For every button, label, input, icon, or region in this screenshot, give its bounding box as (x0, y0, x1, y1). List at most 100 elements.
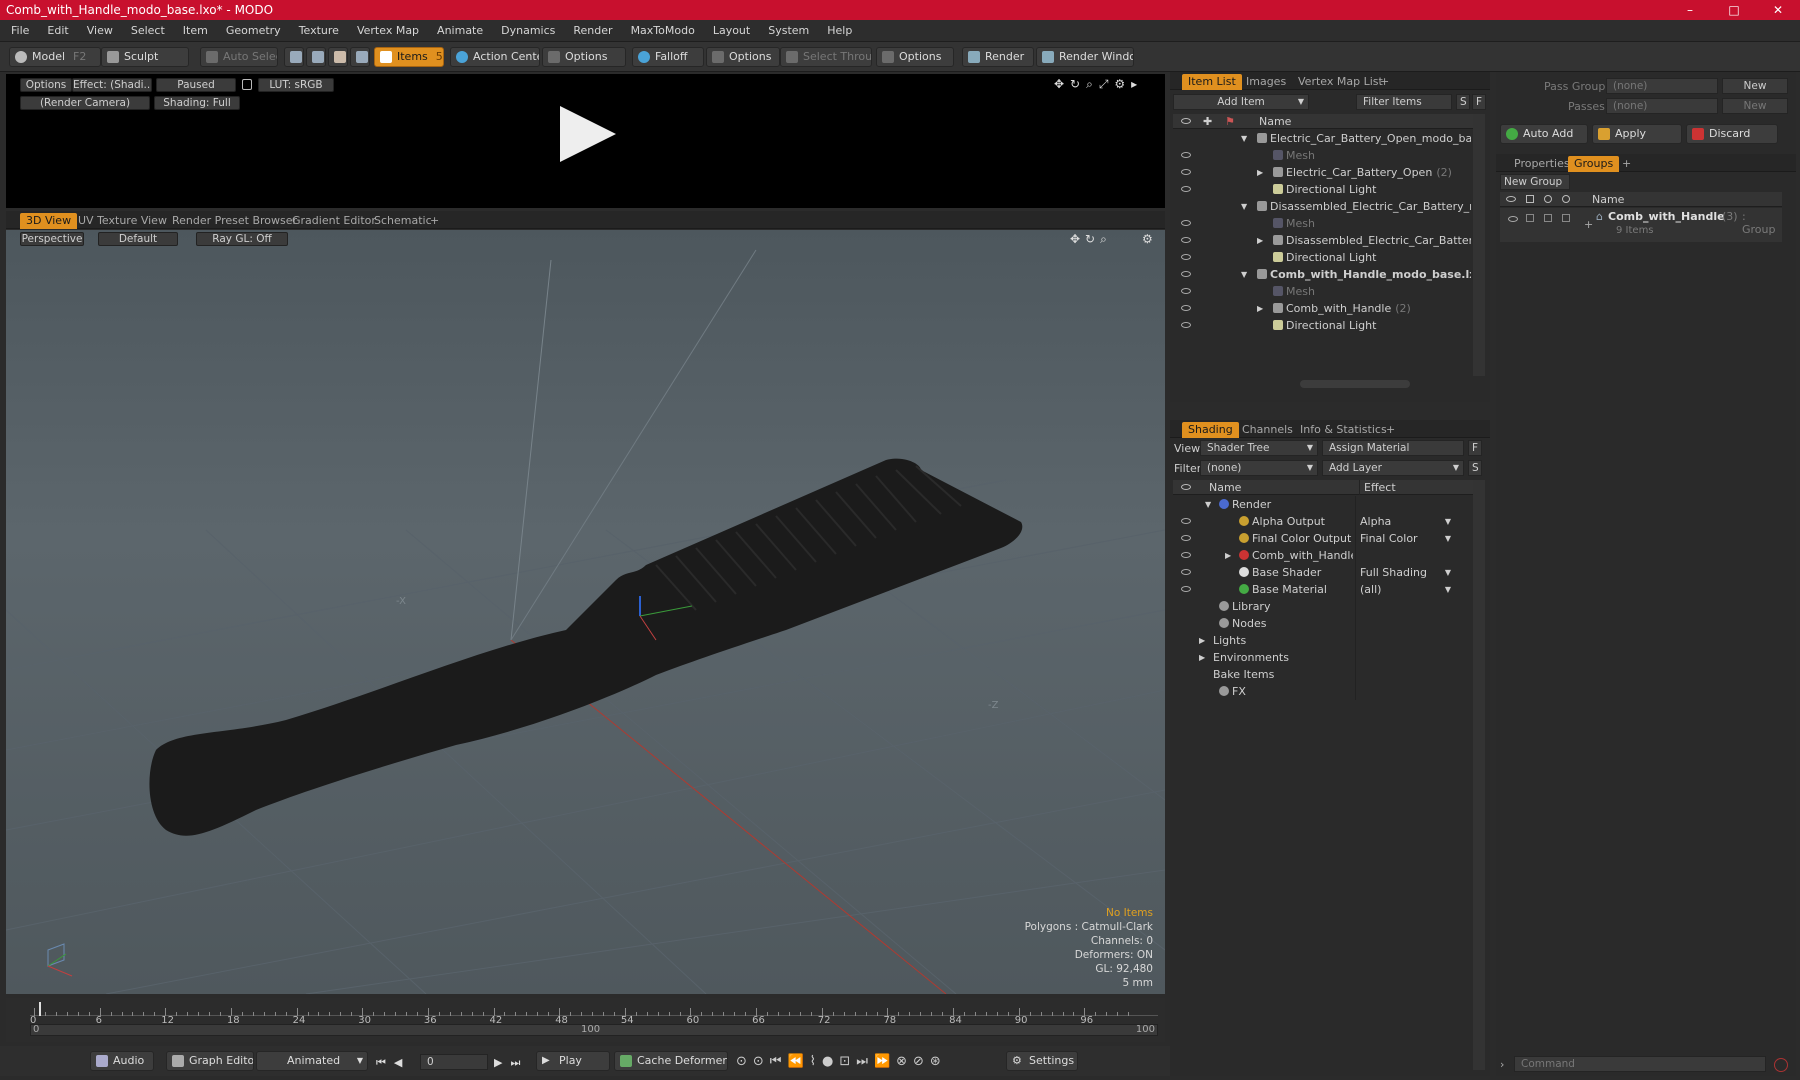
add-item-dropdown[interactable]: Add Item ▼ (1173, 94, 1309, 110)
shader-row[interactable]: ▶ Lights (1173, 632, 1473, 649)
preview-shading-dropdown[interactable]: Shading: Full (154, 96, 240, 110)
tab-channels[interactable]: Channels (1236, 422, 1299, 438)
default-style-dropdown[interactable]: Default (98, 232, 178, 246)
menu-system[interactable]: System (759, 20, 818, 42)
timeline-ruler[interactable]: 0 6 12 18 24 30 36 42 48 54 60 66 72 78 84 90 96 (30, 1002, 1158, 1026)
add-tab-button[interactable]: + (1616, 156, 1637, 172)
menu-vertex-map[interactable]: Vertex Map (348, 20, 428, 42)
polygon-select-icon[interactable] (328, 47, 348, 67)
menu-geometry[interactable]: Geometry (217, 20, 290, 42)
shader-row[interactable]: Bake Items (1173, 666, 1473, 683)
menu-dynamics[interactable]: Dynamics (492, 20, 564, 42)
visibility-eye-icon[interactable] (1181, 322, 1191, 328)
graph-editor-button[interactable]: Graph Editor (166, 1051, 254, 1071)
visibility-eye-icon[interactable] (1181, 518, 1191, 524)
collapse-arrow-icon[interactable]: ▼ (1241, 266, 1247, 283)
filter-f-button[interactable]: F (1472, 94, 1486, 110)
settings-button[interactable]: ⚙ Settings (1006, 1051, 1078, 1071)
timeline-playhead[interactable] (39, 1002, 41, 1016)
group-expand-icon[interactable]: + (1584, 218, 1593, 231)
passes-dropdown[interactable]: (none) (1606, 98, 1718, 114)
visibility-eye-icon[interactable] (1181, 271, 1191, 277)
expand-arrow-icon[interactable]: ▶ (1225, 547, 1231, 564)
shader-row[interactable]: Library (1173, 598, 1473, 615)
preview-paused-button[interactable]: Paused (156, 78, 236, 92)
visibility-eye-icon[interactable] (1181, 169, 1191, 175)
tab-info-statistics[interactable]: Info & Statistics (1294, 422, 1393, 438)
filter-dropdown[interactable]: (none) ▼ (1200, 460, 1318, 476)
assign-material-dropdown[interactable]: Assign Material (1322, 440, 1464, 456)
shader-row[interactable]: Nodes (1173, 615, 1473, 632)
timeline-range-bar[interactable]: 0 100 100 (30, 1024, 1158, 1036)
shader-row[interactable]: Base Material (all) ▼ (1173, 581, 1473, 598)
shading-scrollbar[interactable] (1473, 480, 1485, 1070)
item-row[interactable]: Directional Light (1173, 249, 1473, 266)
select-through-button[interactable]: Select Through (780, 47, 872, 67)
preview-lut-dropdown[interactable]: LUT: sRGB (258, 78, 334, 92)
expand-arrow-icon[interactable]: ▶ (1199, 632, 1205, 649)
play-icon[interactable] (554, 102, 618, 166)
visibility-eye-icon[interactable] (1181, 569, 1191, 575)
play-button[interactable]: ▶ Play (536, 1051, 610, 1071)
audio-button[interactable]: Audio (90, 1051, 154, 1071)
preview-effect-dropdown[interactable]: Effect: (Shadi... (72, 78, 152, 92)
render-window-button[interactable]: Render Window (1036, 47, 1134, 67)
item-row[interactable]: ▼ Disassembled_Electric_Car_Battery_mod..… (1173, 198, 1473, 215)
close-button[interactable]: ✕ (1756, 0, 1800, 20)
playback-forward-icons[interactable]: ▶⏭ (494, 1056, 528, 1070)
action-center-button[interactable]: Action Center (450, 47, 540, 67)
visibility-eye-icon[interactable] (1181, 186, 1191, 192)
visibility-eye-icon[interactable] (1181, 586, 1191, 592)
item-row[interactable]: ▼ Electric_Car_Battery_Open_modo_base ... (1173, 130, 1473, 147)
menu-file[interactable]: File (2, 20, 38, 42)
command-input[interactable]: Command (1514, 1056, 1766, 1072)
shader-row[interactable]: ▶ Environments (1173, 649, 1473, 666)
falloff-button[interactable]: Falloff (632, 47, 704, 67)
action-center-options-button[interactable]: Options (542, 47, 626, 67)
discard-button[interactable]: Discard (1686, 124, 1778, 144)
select-options-button[interactable]: Options (876, 47, 954, 67)
shader-row[interactable]: FX (1173, 683, 1473, 700)
item-row[interactable]: ▶ Electric_Car_Battery_Open (2) (1173, 164, 1473, 181)
filter-s-button[interactable]: S (1456, 94, 1470, 110)
filter-items-input[interactable]: Filter Items (1356, 94, 1452, 110)
auto-add-button[interactable]: Auto Add (1500, 124, 1588, 144)
group-lock-toggle[interactable] (1526, 214, 1534, 222)
menu-item[interactable]: Item (174, 20, 217, 42)
shader-row[interactable]: ▼ Render (1173, 496, 1473, 513)
lock-icon[interactable] (242, 79, 252, 90)
item-row[interactable]: ▼ Comb_with_Handle_modo_base.lx... (1173, 266, 1473, 283)
collapse-arrow-icon[interactable]: ▼ (1241, 130, 1247, 147)
command-clear-icon[interactable] (1774, 1058, 1788, 1072)
raygl-dropdown[interactable]: Ray GL: Off (196, 232, 288, 246)
vertex-select-icon[interactable] (284, 47, 304, 67)
group-select-toggle[interactable] (1544, 214, 1552, 222)
expand-arrow-icon[interactable]: ▶ (1257, 300, 1263, 317)
new-pass-group-button[interactable]: New (1722, 78, 1788, 94)
collapse-arrow-icon[interactable]: ▼ (1205, 496, 1211, 513)
group-render-toggle[interactable] (1562, 214, 1570, 222)
visibility-eye-icon[interactable] (1181, 220, 1191, 226)
item-list-scrollbar[interactable] (1473, 114, 1485, 376)
visibility-eye-icon[interactable] (1181, 237, 1191, 243)
viewport-nav-icons[interactable]: ✥↻⌕ (1070, 232, 1112, 247)
render-button[interactable]: RenderF9 (962, 47, 1034, 67)
shading-f-button[interactable]: F (1468, 440, 1482, 456)
maximize-button[interactable]: □ (1712, 0, 1756, 20)
tab-groups[interactable]: Groups (1568, 156, 1620, 172)
add-layer-dropdown[interactable]: Add Layer ▼ (1322, 460, 1464, 476)
timeline[interactable]: 0 6 12 18 24 30 36 42 48 54 60 66 72 78 84 90 96 0 100 1… (6, 998, 1165, 1042)
menu-edit[interactable]: Edit (38, 20, 77, 42)
auto-select-button[interactable]: Auto Select (200, 47, 278, 67)
visibility-eye-icon[interactable] (1181, 254, 1191, 260)
shader-row[interactable]: Base Shader Full Shading ▼ (1173, 564, 1473, 581)
model-button[interactable]: Model F2 (9, 47, 101, 67)
expand-arrow-icon[interactable]: ▶ (1199, 649, 1205, 666)
collapse-arrow-icon[interactable]: ▼ (1241, 198, 1247, 215)
shader-effect[interactable]: Final Color ▼ (1355, 530, 1453, 547)
new-pass-button[interactable]: New (1722, 98, 1788, 114)
menu-view[interactable]: View (78, 20, 122, 42)
shading-s-button[interactable]: S (1468, 460, 1482, 476)
tab-render-preset-browser[interactable]: Render Preset Browser (166, 213, 303, 229)
item-list-hscroll[interactable] (1300, 380, 1410, 388)
